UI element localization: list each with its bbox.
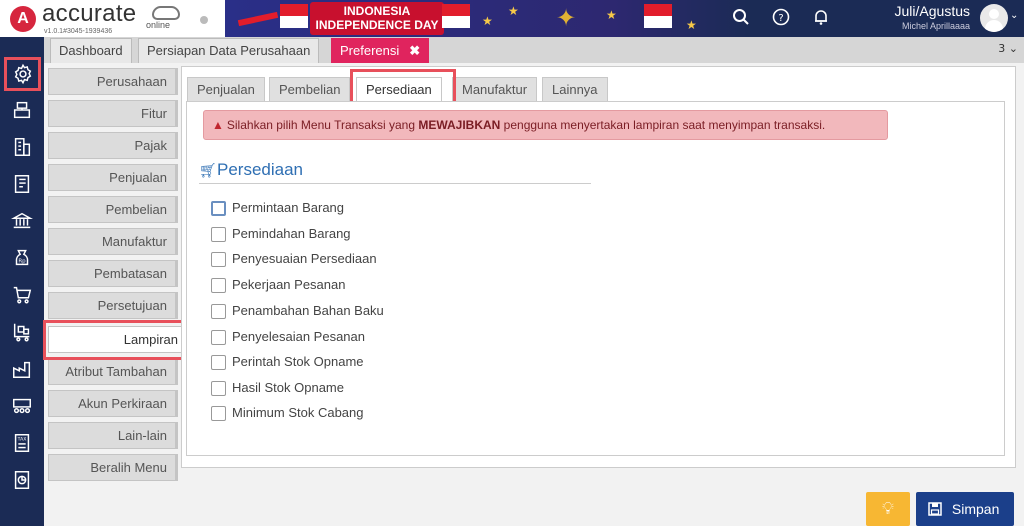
content-area: Perusahaan Fitur Pajak Penjualan Pembeli… <box>43 63 1024 526</box>
svg-text:TAX: TAX <box>17 436 27 442</box>
brand-name: accurate <box>42 0 137 27</box>
floppy-icon <box>928 501 946 517</box>
cloud-icon <box>152 6 180 20</box>
checkbox[interactable] <box>211 278 226 293</box>
menu-item-perusahaan[interactable]: Perusahaan <box>48 68 178 95</box>
app-version: v1.0.1#3045-1939436 <box>44 28 113 35</box>
search-icon[interactable] <box>731 8 751 28</box>
section-title: 🛒︎Persediaan <box>199 160 591 184</box>
checkbox[interactable] <box>211 406 226 421</box>
checkbox[interactable] <box>211 381 226 396</box>
checkbox[interactable] <box>211 201 226 216</box>
tab-persiapan-data-perusahaan[interactable]: Persiapan Data Perusahaan <box>138 38 320 63</box>
bank-icon[interactable] <box>8 207 36 235</box>
checkbox[interactable] <box>211 330 226 345</box>
ledger-book-icon[interactable] <box>8 170 36 198</box>
banner-title: INDONESIA INDEPENDENCE DAY <box>310 2 444 35</box>
money-bag-icon[interactable]: Rp <box>8 244 36 272</box>
menu-item-pajak[interactable]: Pajak <box>48 132 178 159</box>
icon-sidebar: Rp TAX <box>0 37 44 526</box>
report-chart-icon[interactable] <box>8 466 36 494</box>
star-icon: ★ <box>606 8 617 22</box>
status-dot <box>200 16 208 24</box>
star-icon: ★ <box>508 4 519 18</box>
preferences-panel: Penjualan Pembelian Persediaan Manufaktu… <box>181 66 1016 468</box>
menu-item-penjualan[interactable]: Penjualan <box>48 164 178 191</box>
star-icon: ★ <box>686 18 697 32</box>
tax-document-icon[interactable]: TAX <box>8 429 36 457</box>
subtab-lainnya[interactable]: Lainnya <box>542 77 608 102</box>
svg-text:Rp: Rp <box>18 259 26 265</box>
flag-icon <box>280 4 308 28</box>
svg-text:?: ? <box>778 13 783 24</box>
top-bar: A accurate online v1.0.1#3045-1939436 IN… <box>0 0 1024 37</box>
independence-banner: INDONESIA INDEPENDENCE DAY ★ ★ ✦ ★ ★ <box>236 0 706 37</box>
tab-preferensi[interactable]: Preferensi ✖ <box>331 38 430 63</box>
close-icon[interactable]: ✖ <box>409 43 420 58</box>
menu-item-persetujuan[interactable]: Persetujuan <box>48 292 178 319</box>
checkbox[interactable] <box>211 227 226 242</box>
star-icon: ★ <box>482 14 493 28</box>
notification-bell-icon[interactable] <box>811 8 831 28</box>
user-period[interactable]: Juli/Agustus <box>880 3 970 19</box>
menu-item-akun-perkiraan[interactable]: Akun Perkiraan <box>48 390 178 417</box>
brand-sub: online <box>146 20 171 30</box>
subtab-penjualan[interactable]: Penjualan <box>187 77 265 102</box>
cash-register-icon[interactable] <box>8 96 36 124</box>
building-icon[interactable] <box>8 133 36 161</box>
shopping-cart-icon[interactable] <box>8 281 36 309</box>
flag-icon <box>644 4 672 28</box>
help-icon[interactable]: ? <box>771 8 791 28</box>
avatar[interactable] <box>980 4 1008 32</box>
menu-highlight-box <box>43 320 188 360</box>
garuda-emblem-icon: ✦ <box>555 4 577 32</box>
gear-icon[interactable] <box>4 57 41 91</box>
cart-icon: 🛒︎ <box>199 162 217 178</box>
menu-item-manufaktur[interactable]: Manufaktur <box>48 228 178 255</box>
menu-item-beralih-menu[interactable]: Beralih Menu <box>48 454 178 481</box>
inventory-cart-icon[interactable] <box>8 318 36 346</box>
subtab-manufaktur[interactable]: Manufaktur <box>452 77 538 102</box>
conveyor-icon[interactable] <box>8 392 36 420</box>
menu-item-atribut-tambahan[interactable]: Atribut Tambahan <box>48 358 178 385</box>
checkbox[interactable] <box>211 304 226 319</box>
page-tab-strip: Dashboard Persiapan Data Perusahaan Pref… <box>44 37 1024 63</box>
menu-item-pembatasan[interactable]: Pembatasan <box>48 260 178 287</box>
checkbox[interactable] <box>211 252 226 267</box>
menu-item-fitur[interactable]: Fitur <box>48 100 178 127</box>
save-button[interactable]: Simpan <box>916 492 1014 526</box>
chevron-down-icon[interactable]: ⌄ <box>1010 10 1018 21</box>
logo-mark-icon: A <box>10 6 36 32</box>
factory-icon[interactable] <box>8 355 36 383</box>
hint-button[interactable]: 💡︎ <box>866 492 910 526</box>
subtab-pembelian[interactable]: Pembelian <box>269 77 351 102</box>
warning-alert: ▲ Silahkan pilih Menu Transaksi yang MEWA… <box>203 110 888 140</box>
menu-item-pembelian[interactable]: Pembelian <box>48 196 178 223</box>
tab-counter[interactable]: 3 ⌄ <box>998 42 1018 55</box>
user-name: Michel Aprillaaaa <box>901 21 970 31</box>
tab-dashboard[interactable]: Dashboard <box>50 38 132 63</box>
flag-icon <box>442 4 470 28</box>
warning-icon: ▲ <box>212 118 224 132</box>
app-logo[interactable]: A accurate online v1.0.1#3045-1939436 <box>10 0 225 35</box>
checkbox[interactable] <box>211 355 226 370</box>
lightbulb-icon: 💡︎ <box>882 499 894 519</box>
form-box: ▲ Silahkan pilih Menu Transaksi yang MEWA… <box>186 101 1005 456</box>
streamer-decoration <box>237 11 279 27</box>
menu-item-lain-lain[interactable]: Lain-lain <box>48 422 178 449</box>
